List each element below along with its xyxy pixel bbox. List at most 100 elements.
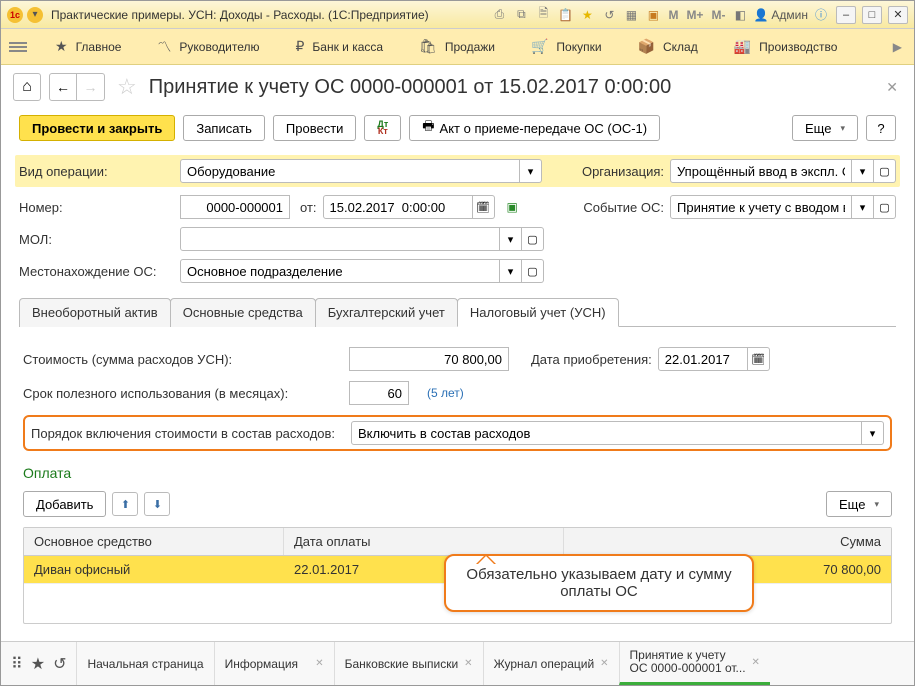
page-title: Принятие к учету ОС 0000-000001 от 15.02…	[149, 76, 875, 99]
sound-icon[interactable]: ◧	[731, 6, 749, 24]
status-ok-icon: ▣	[507, 200, 518, 214]
memory-m-minus[interactable]: M-	[709, 8, 727, 22]
printer-icon: 🖶	[422, 117, 434, 139]
dtkt-button[interactable]: ДтКт	[364, 115, 401, 141]
operation-type-field[interactable]	[180, 159, 520, 183]
titlebar-menu-icon[interactable]: ▾	[27, 7, 43, 23]
cost-field[interactable]	[349, 347, 509, 371]
bottom-tab-bank[interactable]: Банковские выписки✕	[334, 642, 483, 685]
clipboard-icon[interactable]: 📋	[556, 6, 574, 24]
number-label: Номер:	[19, 200, 174, 215]
mol-dropdown-icon[interactable]: ▾	[500, 227, 522, 251]
useful-life-hint: (5 лет)	[427, 386, 464, 400]
useful-life-field[interactable]	[349, 381, 409, 405]
memory-m[interactable]: M	[666, 8, 680, 22]
include-field[interactable]	[351, 421, 862, 445]
menu-main[interactable]: ★Главное	[37, 29, 139, 64]
page-favorite-icon[interactable]: ☆	[117, 74, 137, 100]
menu-toggle-icon[interactable]	[9, 42, 27, 52]
add-row-button[interactable]: Добавить	[23, 491, 106, 517]
row-number: Номер: от: 🗓 ▣ Событие ОС: ▾ ▢	[19, 195, 896, 219]
print-icon[interactable]: ⎙	[490, 6, 508, 24]
home-button[interactable]: ⌂	[13, 73, 41, 101]
help-button[interactable]: ?	[866, 115, 896, 141]
organization-field[interactable]	[670, 159, 852, 183]
save-button[interactable]: Записать	[183, 115, 265, 141]
logo-1c-icon: 1c	[7, 7, 23, 23]
menu-production[interactable]: 🏭Производство	[716, 29, 856, 64]
tab-tax-usn[interactable]: Налоговый учет (УСН)	[457, 298, 619, 327]
close-icon[interactable]: ✕	[464, 658, 472, 669]
doc-icon[interactable]: 🗎	[534, 6, 552, 24]
col-asset[interactable]: Основное средство	[24, 528, 284, 555]
user-name: Админ	[771, 8, 808, 22]
date-field[interactable]	[323, 195, 473, 219]
move-down-button[interactable]: ⬇	[144, 492, 170, 516]
back-button[interactable]: ←	[49, 73, 77, 101]
menu-scroll-right-icon[interactable]: ▶	[889, 40, 906, 54]
history-icon[interactable]: ↺	[600, 6, 618, 24]
mol-field[interactable]	[180, 227, 500, 251]
location-open-icon[interactable]: ▢	[522, 259, 544, 283]
bottom-tab-start[interactable]: Начальная страница	[76, 642, 213, 685]
acq-date-picker-icon[interactable]: 🗓	[748, 347, 770, 371]
favorite-icon[interactable]: ★	[578, 6, 596, 24]
titlebar: 1c ▾ Практические примеры. УСН: Доходы -…	[1, 1, 914, 29]
user-indicator[interactable]: 👤 Админ	[753, 8, 808, 22]
close-window-button[interactable]: ✕	[888, 6, 908, 24]
location-field[interactable]	[180, 259, 500, 283]
bottom-tab-journal[interactable]: Журнал операций✕	[483, 642, 619, 685]
number-field[interactable]	[180, 195, 290, 219]
menu-warehouse[interactable]: 📦Склад	[620, 29, 716, 64]
favorite-footer-icon[interactable]: ★	[31, 654, 45, 674]
move-up-button[interactable]: ⬆	[112, 492, 138, 516]
menu-sales[interactable]: 🛍Продажи	[401, 29, 513, 64]
forward-button[interactable]: →	[77, 73, 105, 101]
menu-bank[interactable]: ₽Банк и касса	[277, 29, 401, 64]
maximize-button[interactable]: □	[862, 6, 882, 24]
info-icon[interactable]: ⓘ	[812, 6, 830, 24]
event-dropdown-icon[interactable]: ▾	[852, 195, 874, 219]
minimize-button[interactable]: –	[836, 6, 856, 24]
menu-purchases[interactable]: 🛒Покупки	[513, 29, 620, 64]
include-dropdown-icon[interactable]: ▾	[862, 421, 884, 445]
close-page-button[interactable]: ✕	[882, 75, 902, 100]
menu-manager[interactable]: 〽Руководителю	[139, 29, 277, 64]
event-field[interactable]	[670, 195, 852, 219]
tabstrip: Внеоборотный актив Основные средства Бух…	[19, 297, 896, 327]
box-icon: 📦	[638, 38, 655, 55]
tab-accounting[interactable]: Бухгалтерский учет	[315, 298, 458, 327]
apps-icon[interactable]: ⠿	[11, 654, 23, 674]
more-button[interactable]: Еще	[792, 115, 858, 141]
commit-button[interactable]: Провести	[273, 115, 357, 141]
col-sum[interactable]: Сумма	[564, 528, 891, 555]
act-button[interactable]: 🖶Акт о приеме-передаче ОС (ОС-1)	[409, 115, 660, 141]
payment-more-button[interactable]: Еще	[826, 491, 892, 517]
history-footer-icon[interactable]: ↺	[53, 654, 66, 674]
date-picker-icon[interactable]: 🗓	[473, 195, 495, 219]
acq-date-field[interactable]	[658, 347, 748, 371]
bottom-tab-info[interactable]: Информация✕	[214, 642, 334, 685]
operation-type-dropdown-icon[interactable]: ▾	[520, 159, 542, 183]
calc-icon[interactable]: ▦	[622, 6, 640, 24]
col-date[interactable]: Дата оплаты	[284, 528, 564, 555]
tab-assets-list[interactable]: Основные средства	[170, 298, 316, 327]
memory-m-plus[interactable]: M+	[684, 8, 705, 22]
organization-dropdown-icon[interactable]: ▾	[852, 159, 874, 183]
copy-icon[interactable]: ⧉	[512, 6, 530, 24]
close-icon[interactable]: ✕	[752, 657, 760, 668]
mol-open-icon[interactable]: ▢	[522, 227, 544, 251]
commit-and-close-button[interactable]: Провести и закрыть	[19, 115, 175, 141]
close-icon[interactable]: ✕	[600, 658, 608, 669]
tab-fixed-asset[interactable]: Внеоборотный актив	[19, 298, 171, 327]
from-label: от:	[300, 200, 317, 215]
bottom-tab-current[interactable]: Принятие к учетуОС 0000-000001 от... ✕	[619, 642, 770, 685]
close-icon[interactable]: ✕	[315, 658, 323, 669]
include-label: Порядок включения стоимости в состав рас…	[31, 426, 345, 441]
calendar-icon[interactable]: ▣	[644, 6, 662, 24]
event-open-icon[interactable]: ▢	[874, 195, 896, 219]
location-dropdown-icon[interactable]: ▾	[500, 259, 522, 283]
operation-type-label: Вид операции:	[19, 164, 174, 179]
bottom-tools: ⠿ ★ ↺	[1, 642, 76, 685]
organization-open-icon[interactable]: ▢	[874, 159, 896, 183]
